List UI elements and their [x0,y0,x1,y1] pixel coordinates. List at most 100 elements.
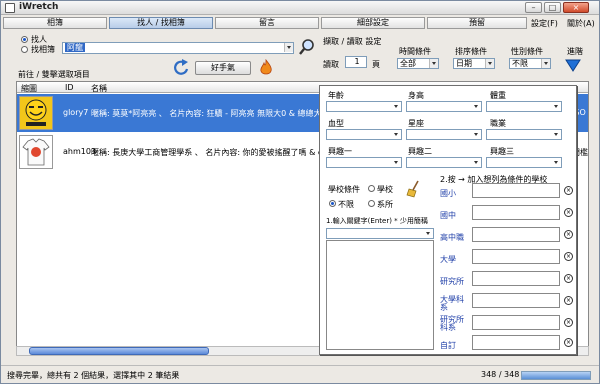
fetch-count-input[interactable]: 1 [345,56,367,68]
hobby2-select[interactable] [406,157,482,168]
weight-select[interactable] [486,101,562,112]
tab-albums[interactable]: 相簿 [3,17,107,29]
advanced-toggle-icon[interactable] [565,58,581,72]
tab-messages[interactable]: 留言 [215,17,319,29]
search-query: 阿龍 [65,43,85,52]
tab-detail-settings[interactable]: 細部設定 [321,17,425,29]
find-people-radio[interactable] [21,36,28,43]
keyword-input[interactable] [326,228,434,239]
search-input[interactable] [62,42,294,54]
unlimited-radio-label: 不限 [338,200,354,209]
school-cond-label: 學校條件 [328,185,360,194]
status-count: 348 / 348 [481,370,520,379]
smile-thumbnail [19,96,53,130]
progress-bar [521,371,591,380]
school-radio[interactable] [368,185,375,192]
fetch-settings: 擷取 / 讀取 設定 讀取 1 頁 時間條件 全部 排序條件 日期 性別條件 不… [319,33,589,79]
remove-icon[interactable]: × [564,208,573,217]
tab-find-people[interactable]: 找人 / 找相簿 [109,17,213,29]
school-slot[interactable] [472,315,560,330]
app-window: iWretch – □ × 相簿 找人 / 找相簿 留言 細部設定 預留 設定(… [0,0,600,384]
height-select[interactable] [406,101,482,112]
gender-select[interactable]: 不限 [509,58,551,69]
search-icon[interactable] [298,38,316,56]
find-album-radio[interactable] [21,46,28,53]
flame-icon [260,59,272,75]
school-radio-label: 學校 [377,185,393,194]
good-luck-button[interactable]: 好手氣 [195,61,251,75]
school-slot[interactable] [472,249,560,264]
status-message: 搜尋完畢，總共有 2 個結果，選擇其中 2 筆結果 [7,371,180,380]
school-slot[interactable] [472,227,560,242]
school-level-link[interactable]: 研究所 [440,278,464,286]
unlimited-radio[interactable] [329,200,336,207]
tshirt-thumbnail [19,135,53,169]
school-level-link[interactable]: 高中職 [440,234,464,242]
advanced-panel: 年齡 身高 體重 血型 星座 職業 興趣一 興趣二 興趣三 學校條件 學校 不限… [319,85,577,355]
remove-icon[interactable]: × [564,252,573,261]
remove-icon[interactable]: × [564,274,573,283]
keyword-result-list[interactable] [326,240,434,350]
zodiac-label: 星座 [408,119,424,128]
school-slot[interactable] [472,183,560,198]
row-name: 暱稱: 長庚大學工商管理學系 、 名片內容: 你的愛被搖醒了嗎 & case t [91,148,342,157]
department-radio-label: 系所 [377,200,393,209]
zodiac-select[interactable] [406,129,482,140]
school-level-link[interactable]: 研究所科系 [440,316,470,332]
chevron-down-icon[interactable] [284,43,293,52]
school-level-link[interactable]: 國中 [440,212,456,220]
school-level-link[interactable]: 大學 [440,256,456,264]
refresh-icon[interactable] [173,59,191,75]
find-album-label: 找相簿 [31,45,55,54]
remove-icon[interactable]: × [564,186,573,195]
maximize-button[interactable]: □ [544,2,561,13]
remove-icon[interactable]: × [564,230,573,239]
weight-label: 體重 [490,91,506,100]
job-select[interactable] [486,129,562,140]
status-bar: 搜尋完畢，總共有 2 個結果，選擇其中 2 筆結果 348 / 348 [1,365,599,383]
school-slot[interactable] [472,293,560,308]
tab-reserved[interactable]: 預留 [427,17,527,29]
age-label: 年齡 [328,91,344,100]
tshirt-icon [22,138,50,166]
minimize-button[interactable]: – [525,2,542,13]
sort-label: 排序條件 [455,47,487,56]
time-select[interactable]: 全部 [397,58,439,69]
main-tabs: 相簿 找人 / 找相簿 留言 細部設定 預留 設定(F) 關於(A) [3,17,599,29]
title-bar: iWretch – □ × [1,1,599,15]
keyword-hint: 1.輸入關鍵字(Enter) * 少用簡稱 [326,217,428,225]
school-level-link[interactable]: 國小 [440,190,456,198]
remove-icon[interactable]: × [564,338,573,347]
close-button[interactable]: × [563,2,589,13]
smile-icon [25,99,47,126]
fetch-label: 讀取 [323,60,339,69]
menu-settings[interactable]: 設定(F) [531,18,558,29]
remove-icon[interactable]: × [564,318,573,327]
school-level-link[interactable]: 大學科系 [440,296,470,312]
remove-icon[interactable]: × [564,296,573,305]
department-radio[interactable] [368,200,375,207]
gender-label: 性別條件 [511,47,543,56]
scrollbar-thumb[interactable] [29,347,209,355]
age-select[interactable] [326,101,402,112]
advanced-label: 進階 [567,47,583,56]
row-id: glory7 [63,108,89,117]
fetch-unit: 頁 [372,60,380,69]
broom-icon[interactable] [406,180,422,198]
blood-type-select[interactable] [326,129,402,140]
time-label: 時間條件 [399,47,431,56]
hobby1-select[interactable] [326,157,402,168]
col-name[interactable]: 名稱 [91,83,107,94]
progress-fill [522,372,590,379]
hobby3-label: 興趣三 [490,147,514,156]
job-label: 職業 [490,119,506,128]
school-slot[interactable] [472,335,560,350]
hobby3-select[interactable] [486,157,562,168]
school-slot[interactable] [472,205,560,220]
col-id[interactable]: ID [65,83,74,92]
sort-select[interactable]: 日期 [453,58,495,69]
menu-about[interactable]: 關於(A) [567,18,595,29]
school-level-link[interactable]: 自訂 [440,342,456,350]
col-thumbnail[interactable]: 縮圖 [21,83,37,94]
school-slot[interactable] [472,271,560,286]
